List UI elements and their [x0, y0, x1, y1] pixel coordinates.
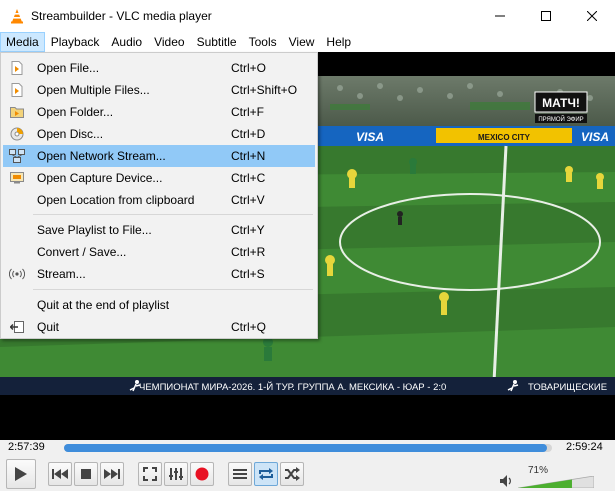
- loop-button[interactable]: [254, 462, 278, 486]
- playlist-icon: [233, 469, 247, 479]
- stop-icon: [81, 469, 91, 479]
- stream-icon: [9, 266, 25, 282]
- board-text: MEXICO CITY: [478, 133, 531, 142]
- ticker-next: ТОВАРИЩЕСКИЕ: [528, 382, 607, 393]
- channel-sub: ПРЯМОЙ ЭФИР: [538, 115, 583, 123]
- disc-icon: [9, 126, 25, 142]
- record-icon: [195, 467, 209, 481]
- menu-separator: [33, 289, 313, 290]
- menu-subtitle[interactable]: Subtitle: [191, 32, 243, 52]
- equalizer-icon: [169, 468, 183, 480]
- menu-open-disc[interactable]: Open Disc... Ctrl+D: [3, 123, 315, 145]
- shuffle-button[interactable]: [280, 462, 304, 486]
- extended-settings-button[interactable]: [164, 462, 188, 486]
- menu-convert-save[interactable]: Convert / Save... Ctrl+R: [3, 241, 315, 263]
- capture-icon: [9, 170, 25, 186]
- menu-open-file[interactable]: Open File... Ctrl+O: [3, 57, 315, 79]
- media-menu: Open File... Ctrl+O Open Multiple Files.…: [0, 52, 318, 339]
- ticker-text: ЧЕМПИОНАТ МИРА-2026. 1-Й ТУР. ГРУППА А. …: [139, 381, 446, 393]
- menu-quit[interactable]: Quit Ctrl+Q: [3, 316, 315, 338]
- menu-open-network-stream[interactable]: Open Network Stream... Ctrl+N: [3, 145, 315, 167]
- seek-progress: [64, 444, 548, 452]
- quit-icon: [9, 319, 25, 335]
- menu-playback[interactable]: Playback: [45, 32, 106, 52]
- previous-icon: [52, 469, 68, 479]
- menu-open-folder[interactable]: Open Folder... Ctrl+F: [3, 101, 315, 123]
- menu-bar: Media Playback Audio Video Subtitle Tool…: [0, 32, 615, 52]
- maximize-icon: [541, 11, 551, 21]
- seek-row: 2:57:39 2:59:24: [0, 440, 615, 456]
- menu-save-playlist[interactable]: Save Playlist to File... Ctrl+Y: [3, 219, 315, 241]
- menu-view[interactable]: View: [283, 32, 321, 52]
- previous-button[interactable]: [48, 462, 72, 486]
- total-time: 2:59:24: [566, 441, 603, 453]
- menu-open-location-clipboard[interactable]: Open Location from clipboard Ctrl+V: [3, 189, 315, 211]
- speaker-icon[interactable]: [500, 475, 514, 490]
- menu-tools[interactable]: Tools: [243, 32, 283, 52]
- title-bar: Streambuilder - VLC media player: [0, 0, 615, 32]
- fullscreen-icon: [143, 467, 157, 481]
- play-icon: [15, 467, 27, 481]
- channel-logo: МАТЧ!: [542, 96, 580, 110]
- close-icon: [587, 11, 597, 21]
- vlc-cone-icon: [9, 8, 25, 24]
- window-title: Streambuilder - VLC media player: [31, 9, 212, 23]
- fullscreen-button[interactable]: [138, 462, 162, 486]
- stop-button[interactable]: [74, 462, 98, 486]
- menu-video[interactable]: Video: [148, 32, 190, 52]
- next-button[interactable]: [100, 462, 124, 486]
- elapsed-time: 2:57:39: [8, 441, 45, 453]
- menu-open-multiple-files[interactable]: Open Multiple Files... Ctrl+Shift+O: [3, 79, 315, 101]
- seek-bar[interactable]: [64, 444, 552, 452]
- files-icon: [9, 82, 25, 98]
- menu-quit-end-of-playlist[interactable]: Quit at the end of playlist: [3, 294, 315, 316]
- playlist-button[interactable]: [228, 462, 252, 486]
- next-icon: [104, 469, 120, 479]
- menu-open-capture-device[interactable]: Open Capture Device... Ctrl+C: [3, 167, 315, 189]
- maximize-button[interactable]: [523, 0, 569, 32]
- loop-icon: [259, 468, 273, 480]
- menu-audio[interactable]: Audio: [105, 32, 148, 52]
- menu-stream[interactable]: Stream... Ctrl+S: [3, 263, 315, 285]
- file-icon: [9, 60, 25, 76]
- play-button[interactable]: [6, 459, 36, 489]
- menu-separator: [33, 214, 313, 215]
- close-button[interactable]: [569, 0, 615, 32]
- menu-media[interactable]: Media: [0, 32, 45, 52]
- network-icon: [9, 148, 25, 164]
- shuffle-icon: [285, 467, 300, 481]
- ad-text: VISA: [356, 130, 384, 144]
- ad-text-right: VISA: [581, 130, 609, 144]
- menu-help[interactable]: Help: [320, 32, 357, 52]
- minimize-icon: [495, 15, 505, 17]
- control-bar: 71%: [0, 458, 615, 491]
- volume-percent: 71%: [528, 465, 549, 476]
- record-button[interactable]: [190, 462, 214, 486]
- volume-slider[interactable]: [518, 476, 594, 488]
- folder-icon: [9, 104, 25, 120]
- minimize-button[interactable]: [477, 0, 523, 32]
